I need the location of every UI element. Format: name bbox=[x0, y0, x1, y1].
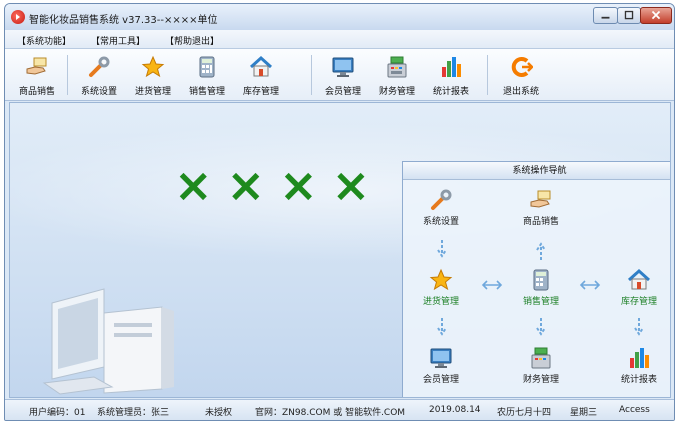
menu-system-functions[interactable]: 【系统功能】 bbox=[17, 34, 71, 47]
tool-label: 统计报表 bbox=[432, 87, 469, 97]
tool-label: 财务管理 bbox=[378, 87, 415, 97]
arrow-down-icon bbox=[437, 240, 447, 258]
tool-exit-system-button[interactable]: 退出系统 bbox=[495, 53, 547, 99]
wrench-icon bbox=[89, 56, 110, 77]
arrow-bidirectional-icon bbox=[481, 280, 503, 290]
toolbar-separator bbox=[67, 55, 68, 95]
nav-label: 财务管理 bbox=[522, 375, 559, 385]
nav-label: 统计报表 bbox=[620, 375, 657, 385]
house-icon bbox=[249, 55, 273, 77]
computer-illustration-icon bbox=[42, 288, 174, 395]
arrow-up-icon bbox=[536, 242, 546, 260]
nav-label: 销售管理 bbox=[522, 297, 559, 307]
tool-purchase-mgmt-button[interactable]: 进货管理 bbox=[127, 53, 179, 99]
monitor-icon bbox=[332, 57, 354, 77]
nav-panel-title: 系统操作导航 bbox=[403, 162, 670, 180]
tool-label: 退出系统 bbox=[502, 87, 539, 97]
status-operator: 系统管理员：张三 bbox=[97, 408, 170, 418]
app-logo-icon bbox=[11, 10, 25, 24]
tool-member-mgmt-button[interactable]: 会员管理 bbox=[317, 53, 369, 99]
toolbar-separator bbox=[311, 55, 312, 95]
bar-chart-icon bbox=[442, 57, 461, 77]
tool-label: 进货管理 bbox=[134, 87, 171, 97]
nav-system-settings[interactable]: 系统设置 bbox=[411, 188, 471, 227]
brand-text: ×××× bbox=[174, 158, 385, 212]
nav-label: 进货管理 bbox=[422, 297, 459, 307]
nav-finance-mgmt[interactable]: 财务管理 bbox=[511, 346, 571, 385]
window-title: 智能化妆品销售系统 v37.33--××××单位 bbox=[29, 15, 218, 26]
calculator-icon bbox=[199, 56, 215, 78]
star-icon bbox=[141, 55, 165, 78]
menu-common-tools[interactable]: 【常用工具】 bbox=[91, 34, 145, 47]
nav-inventory-mgmt[interactable]: 库存管理 bbox=[609, 268, 669, 307]
tool-label: 库存管理 bbox=[242, 87, 279, 97]
maximize-button[interactable] bbox=[617, 7, 641, 24]
toolbar-separator bbox=[487, 55, 488, 95]
status-website[interactable]: 官网：ZN98.COM 或 智能软件.COM bbox=[255, 405, 405, 418]
exit-arrow-icon bbox=[511, 57, 533, 77]
status-date: 2019.08.14 bbox=[429, 405, 481, 415]
star-icon bbox=[429, 268, 453, 291]
status-database: Access bbox=[619, 405, 650, 415]
tool-product-sales-button[interactable]: 商品销售 bbox=[11, 53, 63, 99]
close-button[interactable] bbox=[640, 7, 672, 24]
menu-bar: 【系统功能】 【常用工具】 【帮助退出】 bbox=[5, 30, 674, 49]
nav-product-sales[interactable]: 商品销售 bbox=[511, 188, 571, 227]
tool-label: 商品销售 bbox=[18, 87, 55, 97]
tool-inventory-mgmt-button[interactable]: 库存管理 bbox=[235, 53, 287, 99]
nav-purchase-mgmt[interactable]: 进货管理 bbox=[411, 268, 471, 307]
hand-money-icon bbox=[530, 190, 551, 208]
tool-statistics-report-button[interactable]: 统计报表 bbox=[425, 53, 477, 99]
brand-title: ×××× bbox=[170, 158, 400, 212]
toolbar: 商品销售 系统设置 进货管理 销售管理 库存管理 会员管理 财务管理 统计报表 … bbox=[5, 49, 674, 101]
nav-label: 会员管理 bbox=[422, 375, 459, 385]
tool-label: 销售管理 bbox=[188, 87, 225, 97]
tool-label: 会员管理 bbox=[324, 87, 361, 97]
arrow-bidirectional-icon bbox=[579, 280, 601, 290]
minimize-button[interactable] bbox=[593, 7, 618, 24]
nav-label: 库存管理 bbox=[620, 297, 657, 307]
status-user-code: 用户编码：01 bbox=[29, 408, 86, 418]
house-icon bbox=[627, 268, 651, 290]
arrow-down-icon bbox=[437, 318, 447, 336]
nav-sales-mgmt[interactable]: 销售管理 bbox=[511, 268, 571, 307]
calculator-icon bbox=[533, 269, 549, 291]
main-workspace: ×××× 系统操作导航 系统设置 商品销售 进货管理 销售管理 库存管理 会员管… bbox=[9, 102, 671, 398]
arrow-down-icon bbox=[536, 318, 546, 336]
title-bar[interactable]: 智能化妆品销售系统 v37.33--××××单位 bbox=[5, 4, 674, 30]
bar-chart-icon bbox=[630, 348, 649, 368]
nav-label: 商品销售 bbox=[522, 217, 559, 227]
arrow-down-icon bbox=[634, 318, 644, 336]
cash-register-icon bbox=[387, 56, 407, 78]
main-window: 智能化妆品销售系统 v37.33--××××单位 【系统功能】 【常用工具】 【… bbox=[4, 3, 675, 421]
nav-label: 系统设置 bbox=[422, 217, 459, 227]
tool-sales-mgmt-button[interactable]: 销售管理 bbox=[181, 53, 233, 99]
status-license: 未授权 bbox=[205, 408, 233, 418]
status-weekday: 星期三 bbox=[570, 408, 598, 418]
nav-member-mgmt[interactable]: 会员管理 bbox=[411, 346, 471, 385]
tool-system-settings-button[interactable]: 系统设置 bbox=[73, 53, 125, 99]
tool-finance-mgmt-button[interactable]: 财务管理 bbox=[371, 53, 423, 99]
monitor-icon bbox=[430, 348, 452, 368]
status-bar: 用户编码：01 系统管理员：张三 未授权 官网：ZN98.COM 或 智能软件.… bbox=[5, 399, 674, 420]
menu-help-exit[interactable]: 【帮助退出】 bbox=[165, 34, 219, 47]
status-lunar-date: 农历七月十四 bbox=[497, 408, 552, 418]
hand-money-icon bbox=[26, 57, 47, 75]
cash-register-icon bbox=[531, 347, 551, 369]
tool-label: 系统设置 bbox=[80, 87, 117, 97]
nav-statistics-report[interactable]: 统计报表 bbox=[609, 346, 669, 385]
wrench-icon bbox=[431, 189, 452, 210]
operation-nav-panel: 系统操作导航 系统设置 商品销售 进货管理 销售管理 库存管理 会员管理 财务管… bbox=[402, 161, 670, 397]
